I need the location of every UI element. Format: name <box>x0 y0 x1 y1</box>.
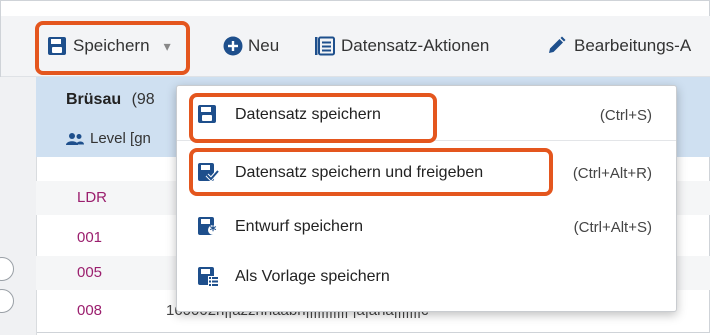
new-button[interactable]: Neu <box>223 16 279 76</box>
edit-actions-button[interactable]: Bearbeitungs-A <box>546 16 691 76</box>
record-level: Level [gn <box>66 130 151 147</box>
field-tag: 001 <box>77 229 103 246</box>
plus-circle-icon <box>223 36 243 56</box>
save-button-label: Speichern <box>73 36 150 55</box>
new-button-label: Neu <box>248 36 280 55</box>
menu-item-shortcut: (Ctrl+S) <box>599 106 652 124</box>
svg-text:*: * <box>210 224 217 236</box>
record-title: Brüsau (98 <box>66 91 155 109</box>
field-tag: 005 <box>77 264 103 281</box>
menu-item-save-draft[interactable]: * Entwurf speichern (Ctrl+Alt+S) <box>177 202 676 252</box>
field-tag: 008 <box>77 302 103 319</box>
chevron-down-icon[interactable]: ▾ <box>164 38 171 55</box>
pencil-icon <box>549 36 566 53</box>
floppy-disk-icon <box>198 105 216 123</box>
record-level-text: Level [gn <box>90 130 151 147</box>
menu-item-label: Datensatz speichern und freigeben <box>235 164 484 181</box>
list-box-icon <box>315 36 335 56</box>
floppy-disk-check-icon <box>198 163 219 182</box>
save-dropdown-menu: Datensatz speichern (Ctrl+S) Datensatz s… <box>176 85 677 312</box>
toolbar: Speichern ▾ Neu Datensatz-Aktionen Bearb… <box>1 16 710 77</box>
menu-item-label: Als Vorlage speichern <box>235 268 390 285</box>
menu-item-shortcut: (Ctrl+Alt+S) <box>573 218 652 236</box>
record-title-suffix: (98 <box>131 91 155 108</box>
record-actions-label: Datensatz-Aktionen <box>341 36 490 55</box>
menu-item-label: Entwurf speichern <box>235 218 364 235</box>
menu-item-save-record[interactable]: Datensatz speichern (Ctrl+S) <box>177 90 676 141</box>
users-icon <box>66 132 84 145</box>
save-button[interactable]: Speichern ▾ <box>47 16 171 76</box>
record-title-name: Brüsau <box>66 91 122 108</box>
menu-item-shortcut: (Ctrl+Alt+R) <box>572 164 652 182</box>
record-actions-button[interactable]: Datensatz-Aktionen <box>314 16 489 76</box>
floppy-disk-icon <box>48 37 66 55</box>
floppy-disk-asterisk-icon: * <box>198 217 218 236</box>
left-panel-strip <box>0 77 37 335</box>
edit-actions-label: Bearbeitungs-A <box>574 36 692 55</box>
floppy-disk-list-icon <box>198 267 218 286</box>
circle-control-icon[interactable] <box>0 257 14 281</box>
menu-item-save-as-template[interactable]: Als Vorlage speichern <box>177 252 676 302</box>
menu-item-save-and-release[interactable]: Datensatz speichern und freigeben (Ctrl+… <box>177 148 676 198</box>
circle-control-icon[interactable] <box>0 289 14 313</box>
field-tag: LDR <box>77 189 108 206</box>
menu-item-label: Datensatz speichern <box>235 106 381 123</box>
